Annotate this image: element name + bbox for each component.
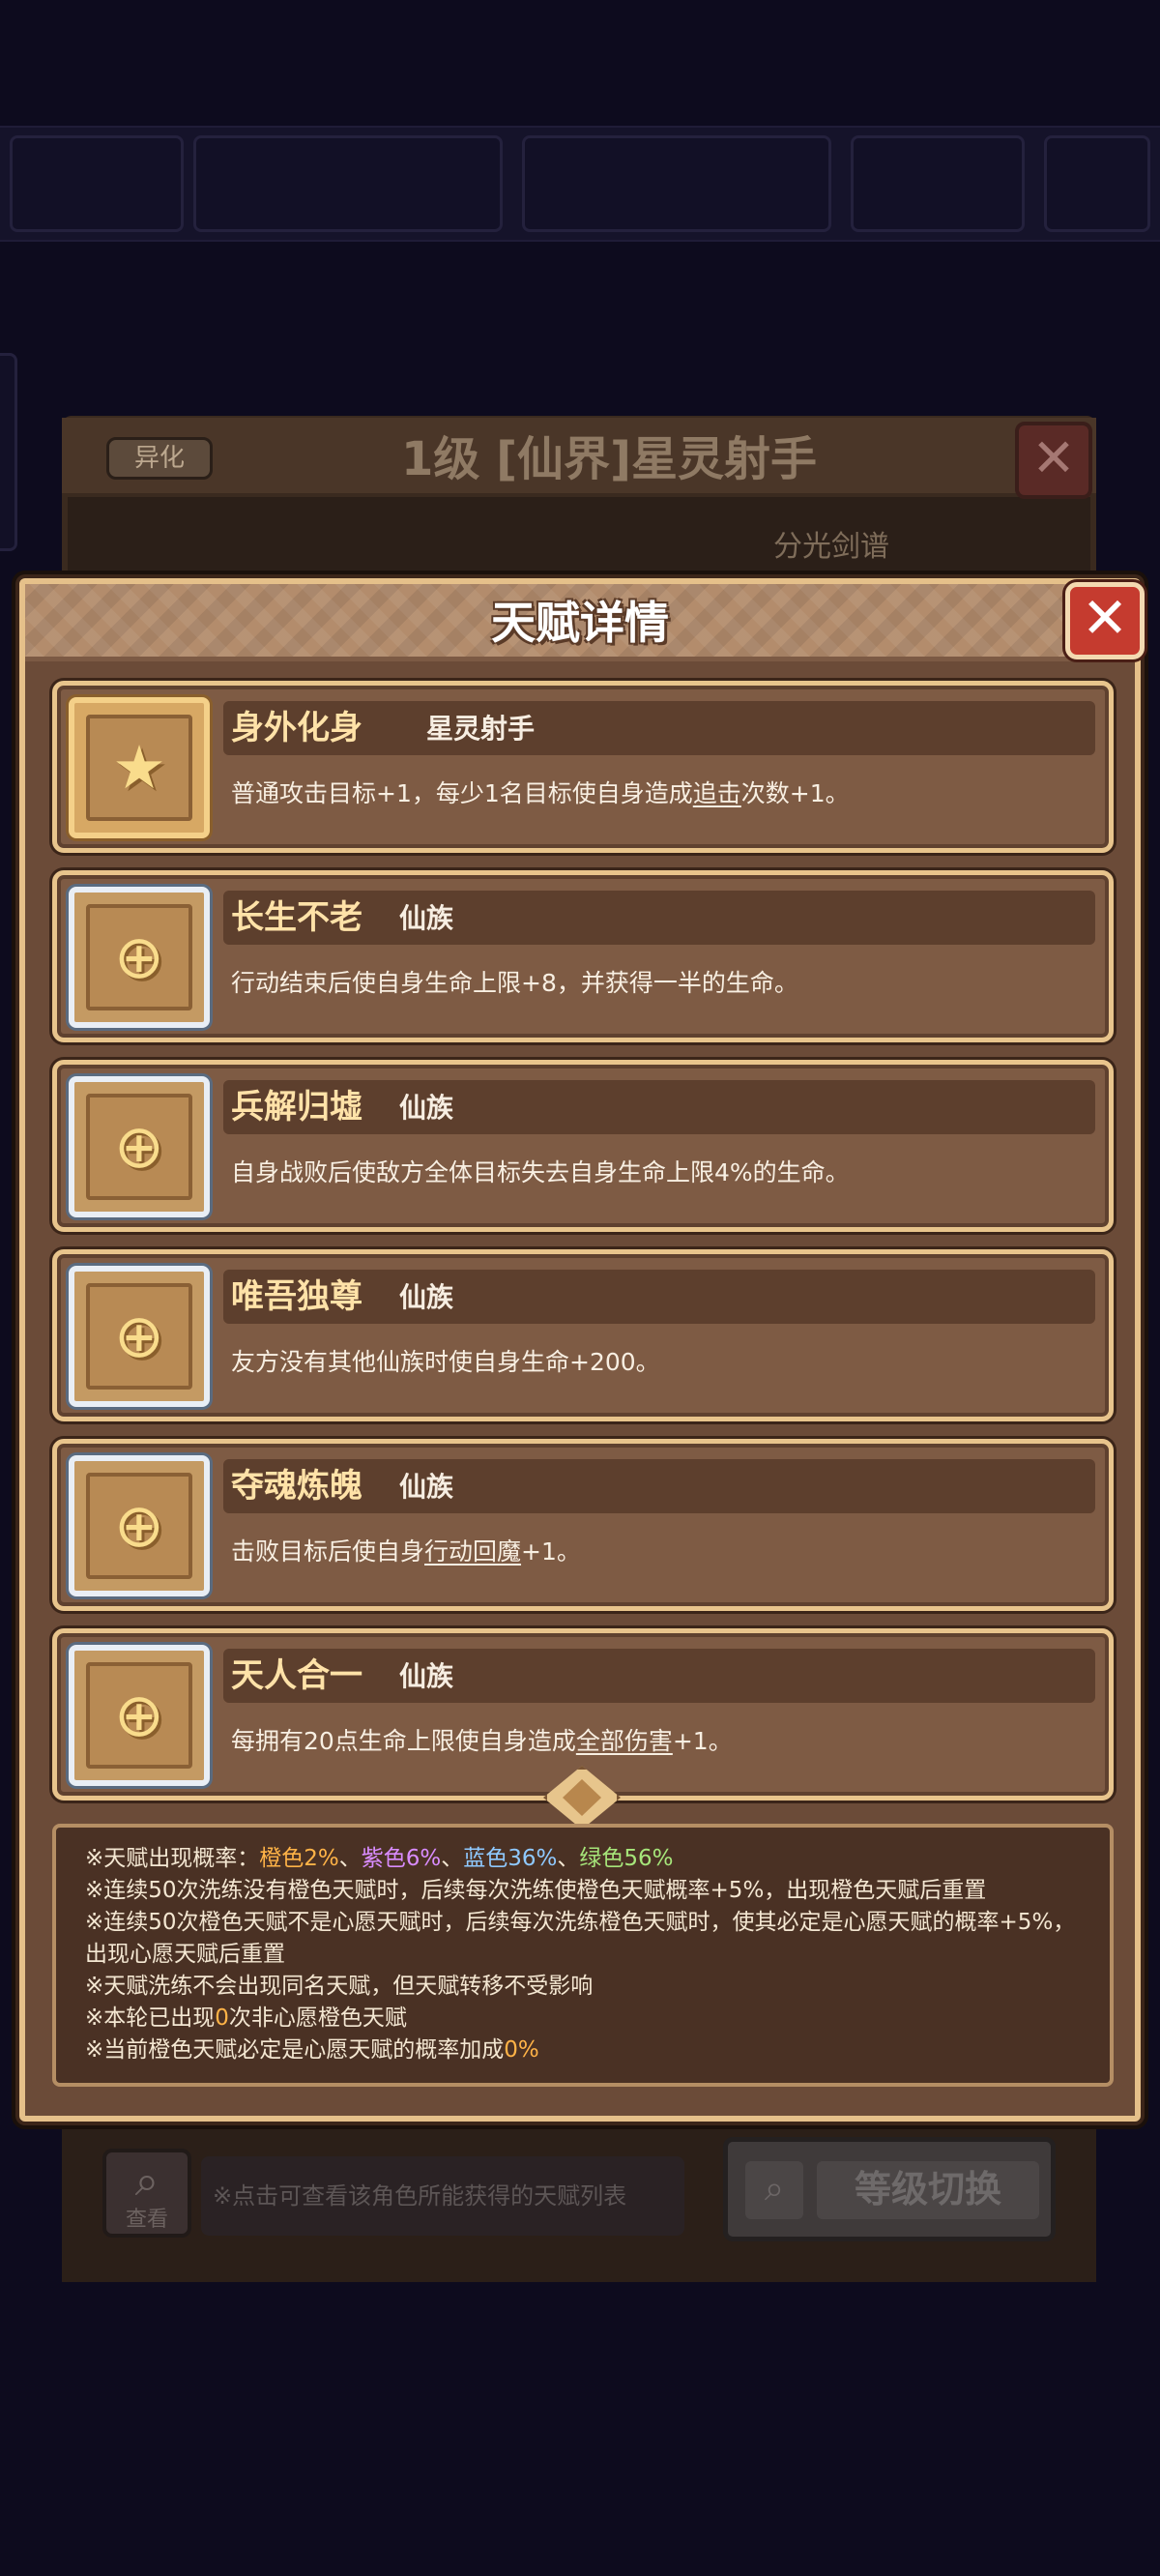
- talent-icon: ⊕: [69, 1645, 210, 1786]
- background-side-tab: [0, 353, 17, 551]
- background-title: 1级 [仙界]星灵射手: [401, 432, 817, 486]
- talent-name: 兵解归墟: [231, 1088, 362, 1127]
- view-caption: 查看: [125, 2208, 168, 2232]
- talent-name: 夺魂炼魄: [231, 1467, 362, 1506]
- talent-race: 星灵射手: [426, 713, 536, 745]
- background-slot: [1044, 135, 1150, 232]
- rule-line: ※本轮已出现0次非心愿橙色天赋: [85, 2005, 407, 2031]
- talent-name: 天人合一: [231, 1656, 362, 1695]
- emblem-icon: ⊕: [114, 922, 164, 992]
- rule-line: ※连续50次橙色天赋不是心愿天赋时，后续每次洗练橙色天赋时，使其必定是心愿天赋的…: [85, 1910, 1076, 1967]
- magnifier-icon: ⌕: [745, 2161, 803, 2219]
- dialog-title: 天赋详情: [491, 597, 669, 649]
- talent-icon: ⊕: [69, 887, 210, 1028]
- talent-race: 仙族: [399, 1471, 454, 1503]
- talent-details-dialog: 天赋详情 ✕ ★ 身外化身 星灵射手 普通攻击目标+1，每少1名目标使自身造成追…: [19, 578, 1145, 2122]
- magnifier-icon: ⌕: [134, 2156, 160, 2206]
- rule-line: ※连续50次洗练没有橙色天赋时，后续每次洗练使橙色天赋概率+5%，出现橙色天赋后…: [85, 1878, 987, 1903]
- keyword-link[interactable]: 追击: [693, 779, 741, 807]
- talent-name: 唯吾独尊: [231, 1277, 362, 1316]
- emblem-icon: ⊕: [114, 1490, 164, 1561]
- talent-description: 每拥有20点生命上限使自身造成全部伤害+1。: [231, 1727, 733, 1755]
- talent-description: 行动结束后使自身生命上限+8，并获得一半的生命。: [231, 969, 798, 997]
- talent-description: 自身战败后使敌方全体目标失去自身生命上限4%的生命。: [231, 1158, 850, 1186]
- keyword-link[interactable]: 行动回魔: [424, 1537, 521, 1566]
- talent-rules-info: ※天赋出现概率：橙色2%、紫色6%、蓝色36%、绿色56% ※连续50次洗练没有…: [52, 1824, 1114, 2087]
- talent-description: 普通攻击目标+1，每少1名目标使自身造成追击次数+1。: [231, 779, 850, 807]
- talent-card[interactable]: ⊕ 夺魂炼魄 仙族 击败目标后使自身行动回魔+1。: [52, 1439, 1114, 1611]
- emblem-icon: ⊕: [114, 1111, 164, 1182]
- close-icon: ✕: [1081, 585, 1129, 651]
- background-tag[interactable]: 异化: [106, 437, 213, 480]
- talent-list-hint: ※点击可查看该角色所能获得的天赋列表: [201, 2156, 684, 2236]
- emblem-icon: ⊕: [114, 1301, 164, 1371]
- level-switch-button[interactable]: ⌕ 等级切换: [723, 2137, 1056, 2241]
- talent-card[interactable]: ★ 身外化身 星灵射手 普通攻击目标+1，每少1名目标使自身造成追击次数+1。: [52, 681, 1114, 853]
- star-icon: ★: [112, 732, 166, 803]
- dialog-close-button[interactable]: ✕: [1065, 582, 1145, 659]
- background-close-button[interactable]: ✕: [1015, 422, 1092, 499]
- talent-icon: ★: [69, 697, 210, 838]
- level-switch-label: 等级切换: [817, 2161, 1039, 2219]
- background-slot: [193, 135, 503, 232]
- view-talents-button[interactable]: ⌕ 查看: [102, 2149, 191, 2238]
- talent-description: 友方没有其他仙族时使自身生命+200。: [231, 1348, 660, 1376]
- background-slot: [10, 135, 184, 232]
- background-slot: [522, 135, 831, 232]
- talent-card[interactable]: ⊕ 兵解归墟 仙族 自身战败后使敌方全体目标失去自身生命上限4%的生命。: [52, 1060, 1114, 1232]
- emblem-icon: ⊕: [114, 1680, 164, 1750]
- talent-card[interactable]: ⊕ 唯吾独尊 仙族 友方没有其他仙族时使自身生命+200。: [52, 1249, 1114, 1421]
- talent-icon: ⊕: [69, 1076, 210, 1217]
- talent-name: 长生不老: [231, 898, 362, 937]
- talent-race: 仙族: [399, 902, 454, 934]
- background-skill-label: 分光剑谱: [773, 530, 889, 564]
- rule-line: ※天赋洗练不会出现同名天赋，但天赋转移不受影响: [85, 1974, 594, 1999]
- talent-card[interactable]: ⊕ 长生不老 仙族 行动结束后使自身生命上限+8，并获得一半的生命。: [52, 870, 1114, 1042]
- talent-race: 仙族: [399, 1660, 454, 1692]
- probability-line: ※天赋出现概率：橙色2%、紫色6%、蓝色36%、绿色56%: [85, 1846, 674, 1871]
- rule-line: ※当前橙色天赋必定是心愿天赋的概率加成0%: [85, 2037, 539, 2063]
- talent-name: 身外化身: [231, 709, 362, 747]
- talent-race: 仙族: [399, 1092, 454, 1124]
- talent-race: 仙族: [399, 1281, 454, 1313]
- background-slot: [851, 135, 1025, 232]
- talent-icon: ⊕: [69, 1455, 210, 1596]
- talent-icon: ⊕: [69, 1266, 210, 1407]
- talent-description: 击败目标后使自身行动回魔+1。: [231, 1537, 581, 1566]
- keyword-link[interactable]: 全部伤害: [576, 1727, 673, 1755]
